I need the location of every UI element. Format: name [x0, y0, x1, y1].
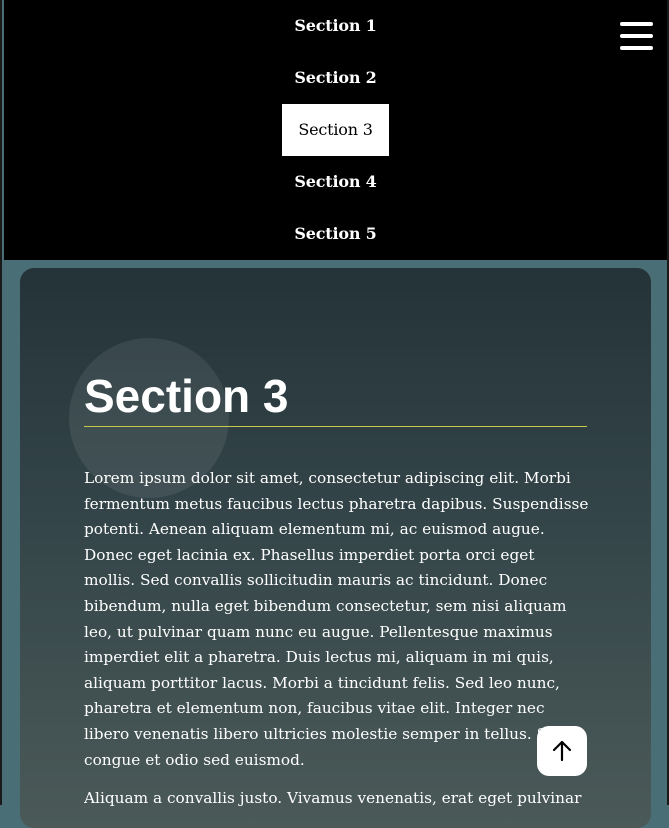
nav-link-section-4[interactable]: Section 4 [278, 156, 392, 208]
nav-link-section-3[interactable]: Section 3 [282, 104, 389, 156]
hamburger-line-bottom [620, 46, 653, 50]
hamburger-line-middle [620, 34, 653, 38]
nav-link-section-1[interactable]: Section 1 [278, 0, 392, 52]
hamburger-line-top [620, 22, 653, 26]
arrow-up-icon [552, 740, 572, 762]
nav-item-section-4: Section 4 [4, 156, 667, 208]
scroll-to-top-button[interactable] [537, 726, 587, 776]
hamburger-menu-icon[interactable] [620, 22, 653, 50]
section-paragraph-1: Lorem ipsum dolor sit amet, consectetur … [84, 469, 589, 769]
section-title: Section 3 [84, 368, 587, 427]
nav-link-section-2[interactable]: Section 2 [278, 52, 392, 104]
nav-link-section-5[interactable]: Section 5 [278, 208, 392, 260]
nav-item-section-5: Section 5 [4, 208, 667, 260]
nav-item-section-2: Section 2 [4, 52, 667, 104]
section-paragraph-2: Aliquam a convallis justo. Vivamus venen… [84, 789, 582, 807]
nav-item-section-3: Section 3 [4, 104, 667, 156]
top-navigation: Section 1 Section 2 Section 3 Section 4 … [4, 0, 667, 260]
nav-item-section-1: Section 1 [4, 0, 667, 52]
